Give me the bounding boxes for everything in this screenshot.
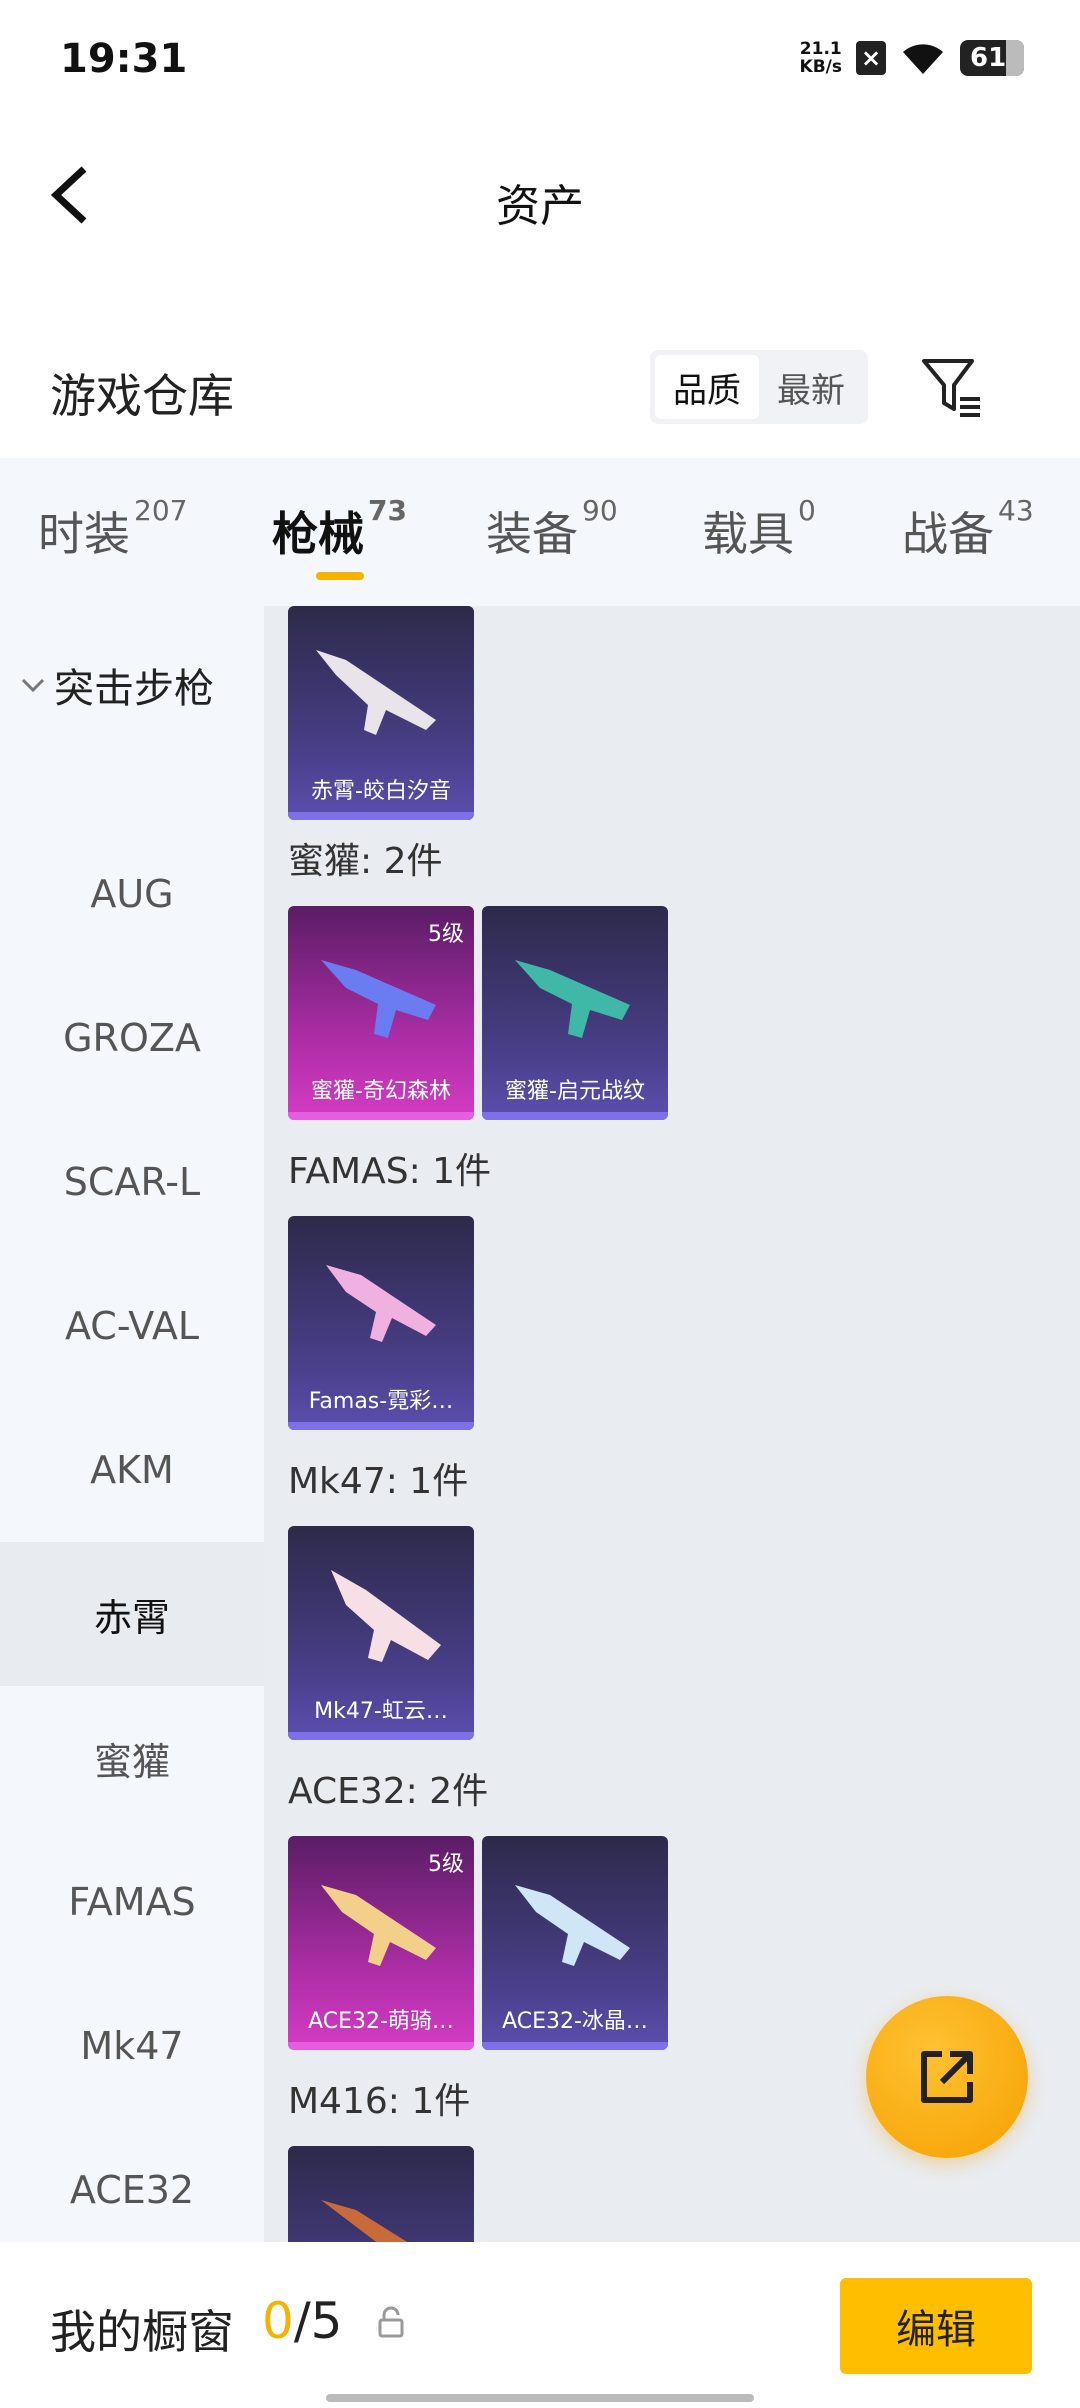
- weapon-card[interactable]: 5级 ACE32-萌骑…: [288, 1836, 474, 2050]
- sidebar-item-ace32[interactable]: ACE32: [0, 2118, 264, 2262]
- weapon-card[interactable]: 5级 蜜獾-奇幻森林: [288, 906, 474, 1120]
- sidebar-item-mk47[interactable]: Mk47: [0, 1974, 264, 2118]
- wifi-icon: [903, 44, 943, 74]
- group-label-famas: FAMAS: 1件: [288, 1151, 492, 1192]
- rifle-icon: [515, 1885, 630, 1966]
- filter-icon: [922, 359, 980, 417]
- edit-button[interactable]: 编辑: [840, 2278, 1032, 2374]
- rifle-icon: [326, 1265, 436, 1342]
- chevron-down-icon: [21, 678, 45, 693]
- external-link-icon: [921, 2051, 973, 2103]
- status-bar: 19:31 21.1 KB/s × 61: [0, 0, 1080, 120]
- home-indicator: [326, 2394, 754, 2402]
- sort-quality-button[interactable]: 品质: [655, 355, 759, 419]
- smg-icon: [321, 960, 436, 1038]
- weapon-card[interactable]: 赤霄-皎白汐音: [288, 606, 474, 820]
- rifle-icon: [321, 1885, 436, 1966]
- category-tabs: 时装 207 枪械 73 装备 90 载具 0 战备 43: [0, 458, 1080, 606]
- tab-equipment[interactable]: 装备 90: [486, 494, 618, 564]
- sidebar-item-famas[interactable]: FAMAS: [0, 1830, 264, 1974]
- lock-icon: [378, 2306, 404, 2338]
- tab-firearms[interactable]: 枪械 73: [272, 494, 407, 564]
- no-sim-icon: ×: [856, 41, 886, 75]
- smg-icon: [515, 960, 630, 1038]
- sidebar-item-chixiao[interactable]: 赤霄: [0, 1542, 264, 1686]
- sidebar-item-scar-l[interactable]: SCAR-L: [0, 1110, 264, 1254]
- sidebar-item-ac-val[interactable]: AC-VAL: [0, 1254, 264, 1398]
- showcase-label: 我的橱窗: [50, 2305, 234, 2359]
- filter-button[interactable]: [920, 355, 984, 419]
- tab-fashion[interactable]: 时装 207: [38, 494, 187, 564]
- net-speed: 21.1 KB/s: [799, 39, 842, 77]
- sort-latest-button[interactable]: 最新: [759, 355, 863, 419]
- tab-vehicles[interactable]: 载具 0: [702, 494, 816, 564]
- group-label-mihuan: 蜜獾: 2件: [288, 841, 443, 882]
- sidebar-item-groza[interactable]: GROZA: [0, 966, 264, 1110]
- page-title: 资产: [496, 181, 584, 232]
- sidebar-group-assault-rifles[interactable]: 突击步枪: [20, 656, 214, 714]
- weapon-card[interactable]: ACE32-冰晶…: [482, 1836, 668, 2050]
- status-icons: 21.1 KB/s × 61: [800, 40, 1024, 76]
- showcase-bar: 我的橱窗 0/5 编辑: [0, 2242, 1080, 2408]
- weapon-card[interactable]: Famas-霓彩…: [288, 1216, 474, 1430]
- sidebar-item-aug[interactable]: AUG: [0, 822, 264, 966]
- sidebar-item-akm[interactable]: AKM: [0, 1398, 264, 1542]
- showcase-count: 0/5: [262, 2292, 343, 2350]
- rifle-icon: [321, 2200, 408, 2242]
- weapon-card[interactable]: 蜜獾-启元战纹: [482, 906, 668, 1120]
- group-label-ace32: ACE32: 2件: [288, 1771, 489, 1812]
- status-time: 19:31: [60, 36, 188, 82]
- weapon-sidebar: 突击步枪 AUG GROZA SCAR-L AC-VAL AKM 赤霄 蜜獾 F…: [0, 606, 264, 2242]
- sort-toggle: 品质 最新: [650, 350, 868, 424]
- tab-battle-prep[interactable]: 战备 43: [902, 494, 1034, 564]
- share-fab[interactable]: [866, 1996, 1028, 2158]
- group-label-m416: M416: 1件: [288, 2081, 471, 2122]
- weapon-card[interactable]: [288, 2146, 474, 2242]
- tab-active-indicator: [316, 572, 364, 580]
- rifle-icon: [331, 1570, 441, 1662]
- sidebar-item-mihuan[interactable]: 蜜獾: [0, 1686, 264, 1830]
- rifle-icon: [316, 650, 436, 735]
- group-label-mk47: Mk47: 1件: [288, 1461, 469, 1502]
- battery-icon: 61: [960, 40, 1024, 76]
- weapon-card[interactable]: Mk47-虹云…: [288, 1526, 474, 1740]
- warehouse-title: 游戏仓库: [50, 369, 234, 423]
